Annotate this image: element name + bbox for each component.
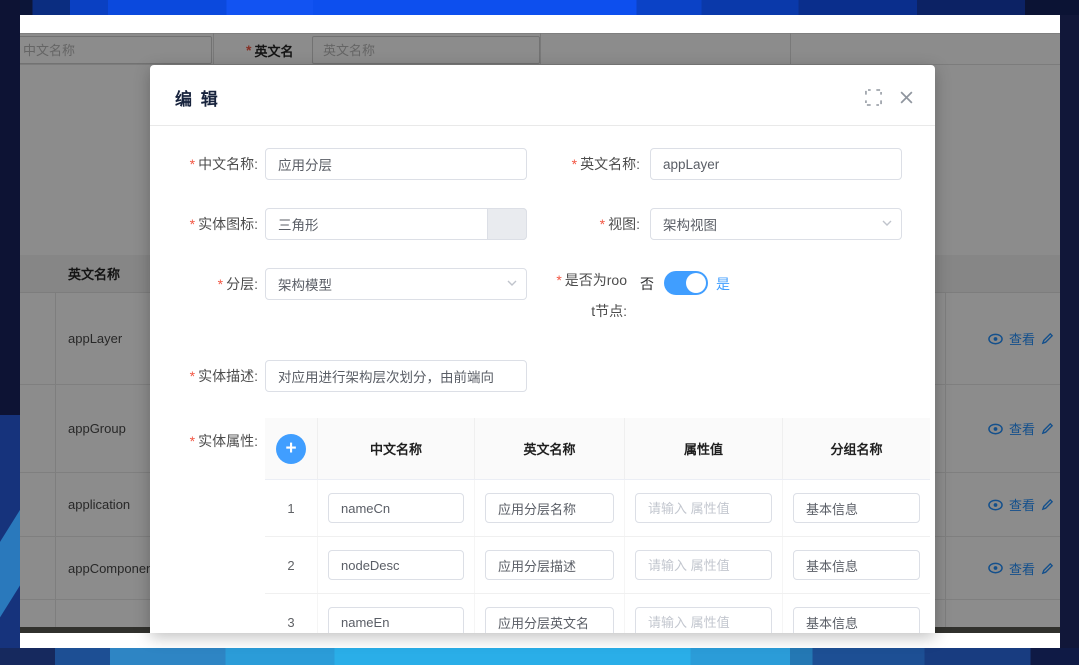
- attr-cn-input[interactable]: [328, 607, 464, 633]
- is-root-label-line1: 是否为roo: [520, 268, 627, 292]
- icon-picker-button[interactable]: [487, 208, 527, 240]
- attr-value-input[interactable]: [635, 493, 772, 523]
- switch-off-text: 否: [640, 274, 654, 294]
- attr-row: 1: [265, 480, 930, 537]
- view-select[interactable]: [650, 208, 902, 240]
- attr-row: 2: [265, 537, 930, 594]
- cn-name-label: 中文名称:: [160, 148, 258, 180]
- edit-dialog: 编 辑 中文名称: 英文名称: 实体图标: 视图:: [150, 65, 935, 633]
- en-name-label: 英文名称:: [530, 148, 640, 180]
- attr-value-input[interactable]: [635, 607, 772, 633]
- en-name-input[interactable]: [650, 148, 902, 180]
- attr-en-input[interactable]: [485, 493, 614, 523]
- switch-knob: [686, 273, 706, 293]
- cn-name-input[interactable]: [265, 148, 527, 180]
- attr-en-input[interactable]: [485, 607, 614, 633]
- attr-cn-input[interactable]: [328, 493, 464, 523]
- root-node-switch[interactable]: [664, 271, 708, 295]
- wallpaper-top-band: [0, 0, 1079, 15]
- col-header-cn: 中文名称: [318, 418, 475, 479]
- col-header-value: 属性值: [625, 418, 783, 479]
- attr-group-input[interactable]: [793, 550, 920, 580]
- dialog-title: 编 辑: [175, 85, 220, 110]
- entity-desc-label: 实体描述:: [160, 360, 258, 392]
- close-icon[interactable]: [899, 90, 914, 105]
- entity-icon-label: 实体图标:: [160, 208, 258, 240]
- entity-desc-input[interactable]: [265, 360, 527, 392]
- row-index: 3: [287, 615, 294, 630]
- switch-on-text: 是: [716, 274, 730, 294]
- row-index: 1: [287, 501, 294, 516]
- fullscreen-icon[interactable]: [865, 89, 882, 106]
- add-row-button[interactable]: +: [276, 434, 306, 464]
- wallpaper-left-band: [0, 0, 20, 665]
- screen: 英文名 英文名称 appLayer 查看 appGroup 查看: [0, 0, 1079, 665]
- wallpaper-bottom-band: [0, 648, 1079, 665]
- layer-select[interactable]: [265, 268, 527, 300]
- attr-cn-input[interactable]: [328, 550, 464, 580]
- wallpaper-right-band: [1060, 15, 1079, 665]
- attr-value-input[interactable]: [635, 550, 772, 580]
- dialog-header-divider: [150, 125, 935, 126]
- entity-attrs-label: 实体属性:: [160, 425, 258, 457]
- view-label: 视图:: [530, 208, 640, 240]
- col-header-group: 分组名称: [783, 418, 930, 479]
- layer-label: 分层:: [160, 268, 258, 300]
- is-root-label-line2: t节点:: [520, 299, 627, 323]
- window-bottom-strip: [20, 633, 1060, 648]
- attr-group-input[interactable]: [793, 493, 920, 523]
- attr-table-header: + 中文名称 英文名称 属性值 分组名称: [265, 418, 930, 480]
- col-header-en: 英文名称: [475, 418, 625, 479]
- attr-group-input[interactable]: [793, 607, 920, 633]
- attr-row: 3: [265, 594, 930, 633]
- attr-en-input[interactable]: [485, 550, 614, 580]
- row-index: 2: [287, 558, 294, 573]
- attr-table: + 中文名称 英文名称 属性值 分组名称 1 2 3: [265, 418, 930, 633]
